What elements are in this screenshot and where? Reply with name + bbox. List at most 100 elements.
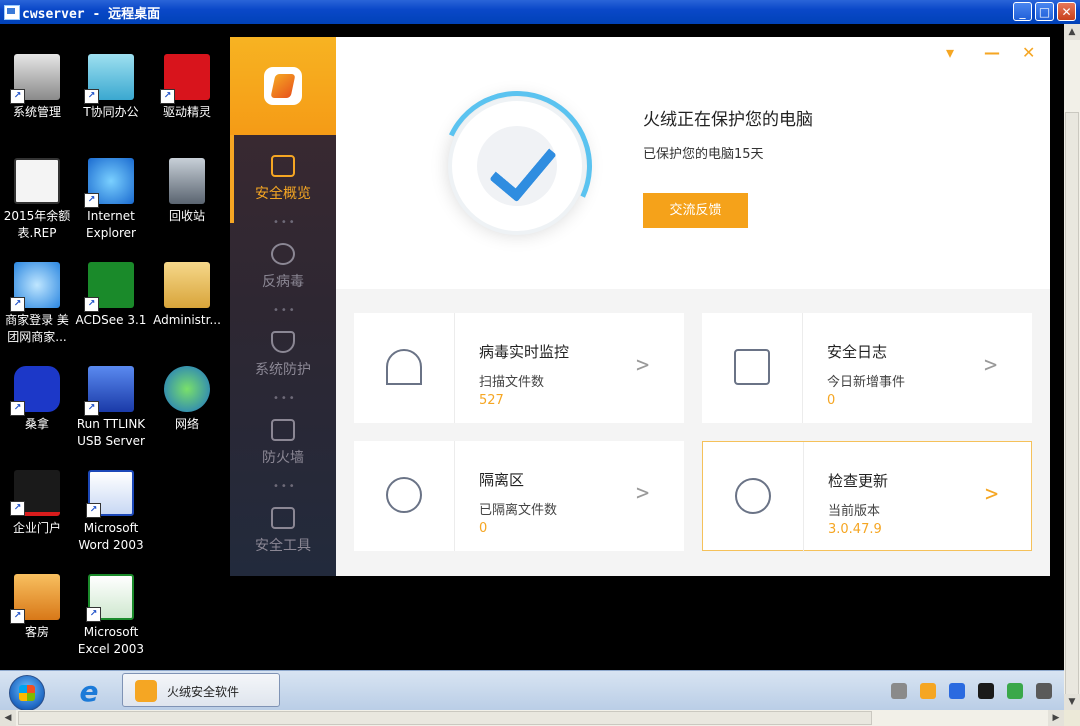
huorong-logo [230,37,336,135]
ie-shortcut-icon: ↗ [10,262,60,312]
desktop-icon-label: Microsoft Excel 2003 [77,625,145,656]
desktop-icon-usb-server[interactable]: ↗ Run TTLINK USB Server [74,366,148,450]
desktop-icon-internet-explorer[interactable]: ↗ Internet Explorer [74,158,148,242]
desktop-icon-label: 系统管理 [12,105,61,119]
desktop-icon-label: Internet Explorer [86,209,136,240]
card-value: 0 [827,393,836,408]
card-label: 今日新增事件 [827,375,906,390]
keyboard-tray-icon[interactable] [890,682,907,699]
desktop-icon-label: 回收站 [168,209,205,223]
desktop-icon-label: Administr... [153,313,221,327]
protection-status-title: 火绒正在保护您的电脑 [643,110,813,130]
remote-desktop-titlebar: cwserver - 远程桌面 _ □ ✕ [0,0,1080,24]
scroll-left-icon[interactable]: ◀ [0,710,16,726]
system-tray [883,680,1052,702]
nav-system-protection[interactable]: 系统防护 [230,311,336,378]
scroll-down-icon[interactable]: ▼ [1064,694,1080,710]
vertical-scroll-thumb[interactable] [1065,112,1079,704]
card-check-update[interactable]: 检查更新 当前版本 3.0.47.9 > [702,441,1032,552]
feedback-button[interactable]: 交流反馈 [643,193,748,228]
biohazard-icon [386,477,422,513]
status-panel: ▾ — ✕ 火绒正在保护您的电脑 已保护您的电脑15天 交流反馈 [336,37,1050,289]
card-realtime-monitor[interactable]: 病毒实时监控 扫描文件数 527 > [354,313,684,423]
minimize-button[interactable]: _ [1013,2,1032,21]
desktop-icon-excel[interactable]: ↗ Microsoft Excel 2003 [74,574,148,658]
scroll-up-icon[interactable]: ▲ [1064,24,1080,40]
user-folder-icon [164,262,210,308]
desktop-icon-meituan-login[interactable]: ↗ 商家登录 美团网商家... [0,262,74,346]
card-label: 已隔离文件数 [479,503,558,518]
taskbar-item-huorong[interactable]: 火绒安全软件 [122,673,280,707]
desktop-icon-network[interactable]: 网络 [150,366,224,433]
taskbar-item-label: 火绒安全软件 [167,685,240,699]
close-icon[interactable]: ✕ [1022,43,1035,62]
minimize-icon[interactable]: — [984,43,1000,62]
desktop-icon-label: Run TTLINK USB Server [76,417,146,448]
desktop-icon-report-file[interactable]: 2015年余额表.REP [0,158,74,242]
nav-security-overview[interactable]: 安全概览 [230,135,336,223]
sidebar: 安全概览 ••• 反病毒 ••• 系统防护 ••• 防火墙 ••• 安全工具 [230,37,336,576]
network-icon [164,366,210,412]
desktop-icon-guest-room[interactable]: ↗ 客房 [0,574,74,641]
desktop-icon-label: 2015年余额表.REP [3,209,71,240]
start-button[interactable] [9,675,45,711]
desktop-icon-system-admin[interactable]: ↗ 系统管理 [0,54,74,121]
card-value: 0 [479,521,488,536]
card-quarantine[interactable]: 隔离区 已隔离文件数 0 > [354,441,684,551]
report-file-icon [14,158,60,204]
horizontal-scrollbar[interactable]: ◀ ▶ [0,710,1064,726]
nav-label: 安全工具 [255,538,311,554]
desktop-icon-label: 桑拿 [24,417,49,431]
card-icon-area [703,442,804,552]
usb-tray-icon[interactable] [948,682,965,699]
desktop-icon-label: 客房 [24,625,49,639]
desktop-icon-label: 商家登录 美团网商家... [5,313,69,344]
desktop-icon-label: ACDSee 3.1 [75,313,147,327]
card-title: 安全日志 [827,343,888,361]
desktop-icon-label: 企业门户 [12,521,61,535]
t6-tray-icon[interactable] [977,682,994,699]
desktop-icon-word[interactable]: ↗ Microsoft Word 2003 [74,470,148,554]
close-button[interactable]: ✕ [1057,2,1076,21]
desktop-icon-label: 驱动精灵 [162,105,211,119]
shield-icon [271,331,295,353]
network-tray-icon[interactable] [1006,682,1023,699]
nav-antivirus[interactable]: 反病毒 [230,223,336,290]
nav-security-tools[interactable]: 安全工具 [230,487,336,554]
chevron-right-icon: > [984,353,998,378]
umbrella-icon [386,349,422,385]
firewall-icon [271,419,295,441]
desktop-icon-administrator[interactable]: Administr... [150,262,224,329]
desktop-icon-sauna[interactable]: ↗ 桑拿 [0,366,74,433]
card-value: 527 [479,393,504,408]
card-label: 扫描文件数 [479,375,545,390]
usb-server-icon: ↗ [84,366,134,416]
sauna-icon: ↗ [10,366,60,416]
huorong-window: 安全概览 ••• 反病毒 ••• 系统防护 ••• 防火墙 ••• 安全工具 ▾… [230,37,1050,576]
ie-quicklaunch-icon[interactable]: e [74,678,104,706]
scrollbar-corner [1064,710,1080,726]
maximize-button[interactable]: □ [1035,2,1054,21]
vertical-scrollbar[interactable]: ▲ ▼ [1064,24,1080,710]
card-title: 隔离区 [479,471,525,489]
chevron-right-icon: > [985,482,999,507]
chevron-right-icon: > [636,353,650,378]
desktop-icon-toa[interactable]: ↗ T协同办公 [74,54,148,121]
desktop-icon-label: T协同办公 [83,105,139,119]
scroll-right-icon[interactable]: ▶ [1048,710,1064,726]
calendar-icon [734,349,770,385]
huorong-tray-icon[interactable] [919,682,936,699]
volume-tray-icon[interactable] [1036,682,1052,699]
home-icon: ↗ [10,574,60,624]
nav-label: 系统防护 [255,362,311,378]
nav-firewall[interactable]: 防火墙 [230,399,336,466]
horizontal-scroll-thumb[interactable] [18,711,872,725]
nav-label: 防火墙 [262,450,304,466]
desktop-icon-driver-genius[interactable]: ↗ 驱动精灵 [150,54,224,121]
card-security-log[interactable]: 安全日志 今日新增事件 0 > [702,313,1032,423]
desktop-icon-enterprise-portal[interactable]: ↗ 企业门户 [0,470,74,537]
cloud-upload-icon [735,478,771,514]
desktop-icon-recycle-bin[interactable]: 回收站 [150,158,224,225]
desktop-icon-acdsee[interactable]: ↗ ACDSee 3.1 [74,262,148,329]
menu-icon[interactable]: ▾ [946,43,954,62]
